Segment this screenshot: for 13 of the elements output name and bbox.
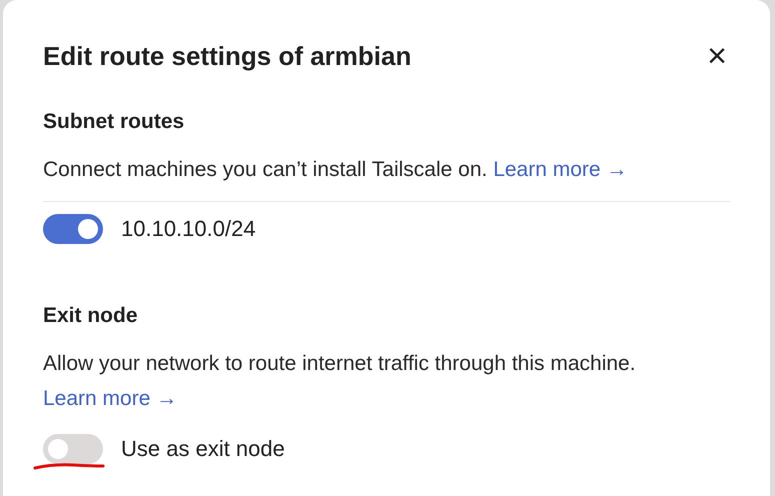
toggle-switch[interactable]	[43, 434, 103, 464]
section-heading: Subnet routes	[43, 109, 186, 135]
section-heading: Exit node	[43, 303, 139, 329]
learn-more-link[interactable]: Learn more →	[43, 387, 178, 410]
learn-more-link[interactable]: Learn more →	[493, 158, 628, 181]
toggle-label: 10.10.10.0/24	[121, 215, 256, 243]
toggle-label: Use as exit node	[121, 435, 285, 463]
section-description: Allow your network to route internet traffic through this machine. Learn more →	[43, 351, 637, 412]
underline-drawing	[33, 462, 105, 470]
dialog-title: Edit route settings of armbian	[43, 40, 412, 73]
toggle-switch[interactable]	[43, 214, 103, 244]
section-description: Connect machines you can’t install Tailscale on. Learn more →	[43, 157, 628, 183]
close-button[interactable]: ×	[702, 38, 732, 74]
